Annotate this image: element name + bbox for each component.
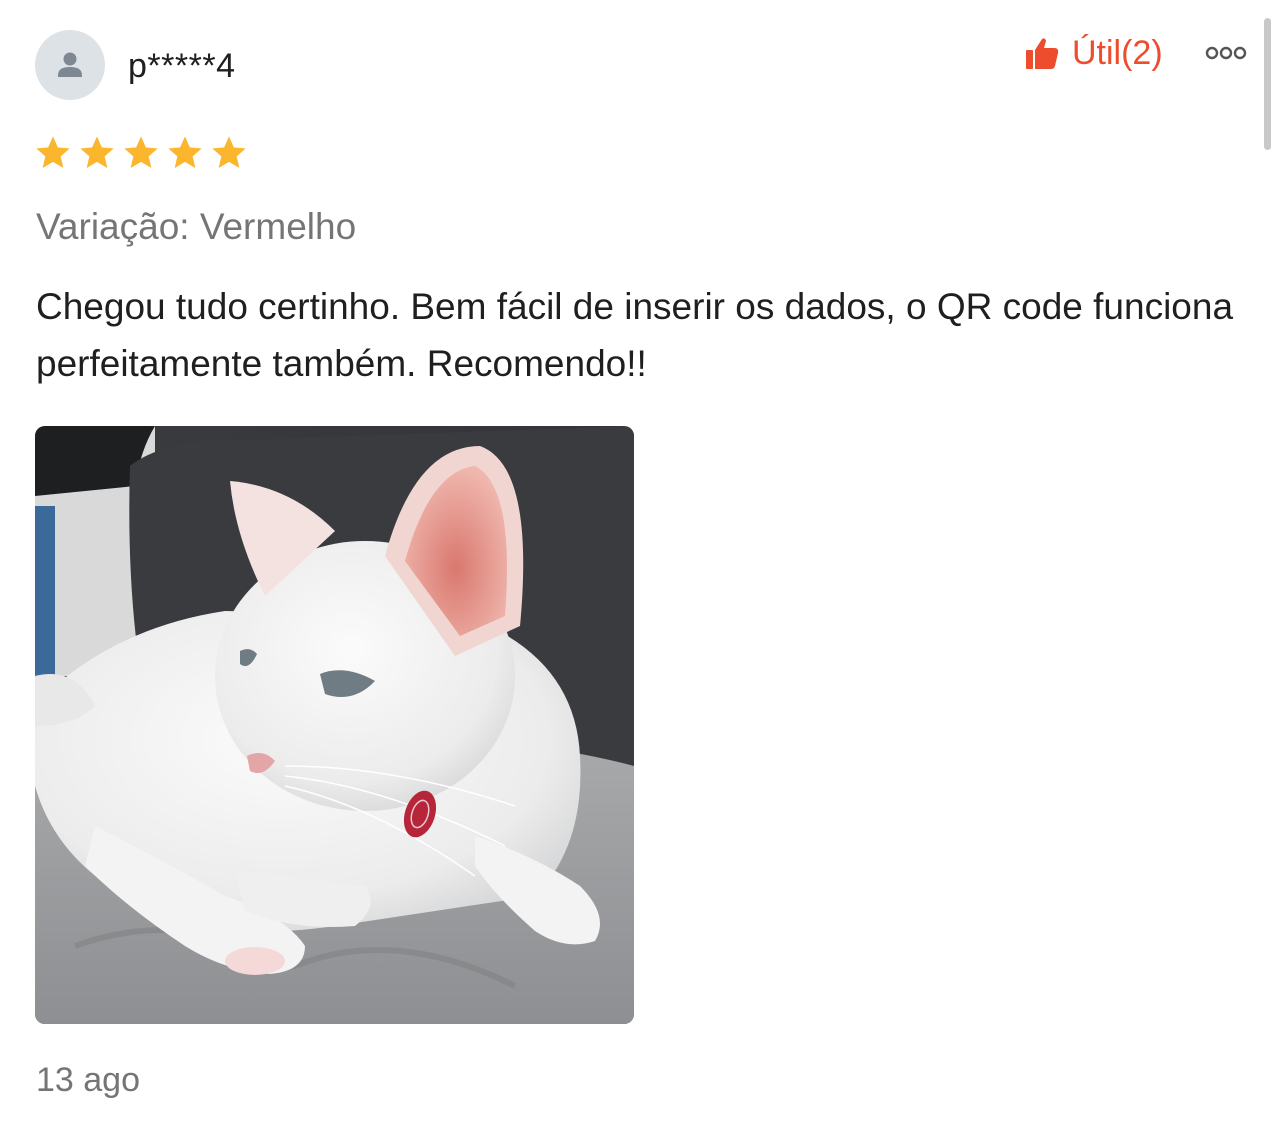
star-rating <box>33 133 249 173</box>
thumbs-up-icon <box>1026 38 1059 69</box>
review-card: p*****4 Útil(2) Variação: Vermelho Chego… <box>0 0 1280 1124</box>
star-icon <box>124 136 158 168</box>
review-photo[interactable] <box>35 426 634 1024</box>
user-icon <box>58 52 82 77</box>
avatar <box>35 30 105 100</box>
review-date: 13 ago <box>36 1061 140 1099</box>
variation-label: Variação: Vermelho <box>36 206 357 247</box>
username: p*****4 <box>128 47 236 85</box>
star-icon <box>212 136 246 168</box>
more-options-icon <box>1205 46 1247 60</box>
helpful-button[interactable]: Útil(2) <box>1024 28 1163 78</box>
star-icon <box>36 136 70 168</box>
scrollbar[interactable] <box>1264 18 1271 150</box>
review-text: Chegou tudo certinho. Bem fácil de inser… <box>36 286 1234 384</box>
star-icon <box>80 136 114 168</box>
cat-photo-image <box>35 426 634 1024</box>
helpful-label: Útil(2) <box>1072 34 1163 72</box>
star-icon <box>168 136 202 168</box>
more-options-button[interactable] <box>1198 38 1254 68</box>
